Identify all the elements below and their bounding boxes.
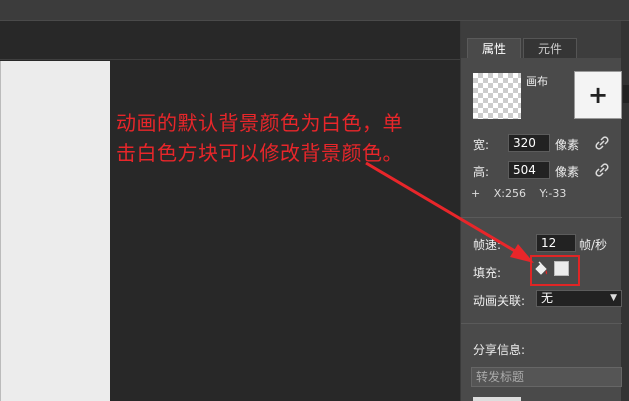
annotation-arrow bbox=[365, 161, 534, 263]
editor-window: 动画的默认背景颜色为白色，单 击白色方块可以修改背景颜色。 属性 元件 画布 +… bbox=[0, 0, 629, 401]
